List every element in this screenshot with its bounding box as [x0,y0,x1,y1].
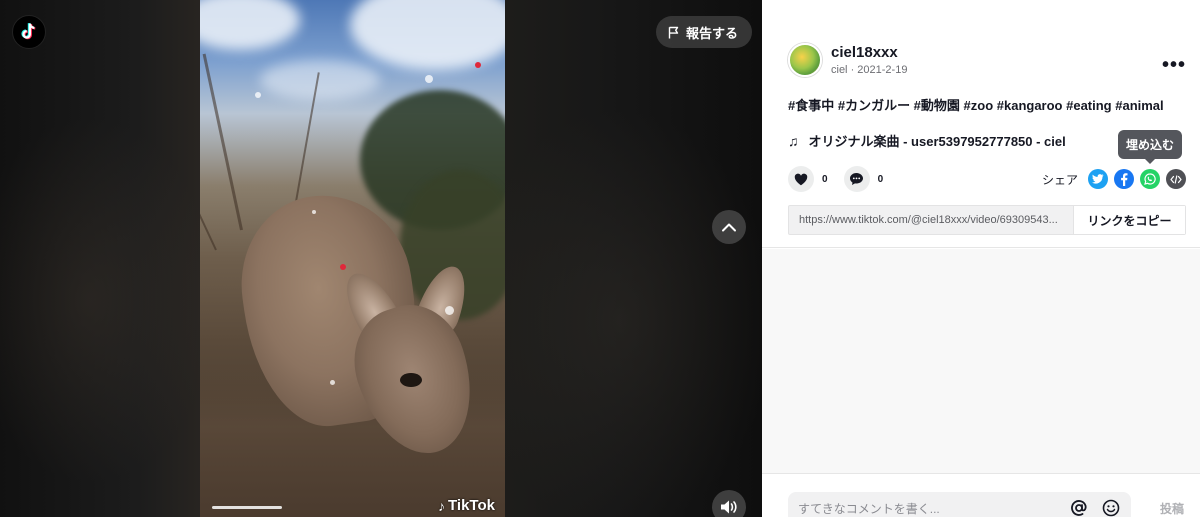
heart-icon [794,173,808,185]
like-button[interactable] [788,166,814,192]
music-note-icon: ♫ [788,132,799,149]
petal [312,210,316,214]
copy-link-row: https://www.tiktok.com/@ciel18xxx/video/… [788,205,1186,235]
comment-bar: すてきなコメントを書く... 投稿 [762,473,1200,517]
author-nickname: ciel [831,64,848,76]
author-row[interactable]: ciel18xxx ciel · 2021-2-19 [788,43,1185,77]
comment-button[interactable] [843,166,870,192]
actions-row: 0 0 シェア [788,166,1186,192]
whatsapp-icon [1144,173,1156,185]
tiktok-watermark: ♪ TikTok [438,497,495,514]
embed-share-button[interactable] [1166,169,1186,189]
watermark-text: TikTok [448,497,495,514]
video-player-area[interactable]: ♪ TikTok 報告する [0,0,762,517]
embed-code-icon [1170,174,1182,184]
comment-count: 0 [877,173,884,185]
twitter-icon [1092,174,1104,184]
video-frame[interactable]: ♪ TikTok [200,0,505,517]
facebook-icon [1121,172,1128,186]
author-meta: ciel · 2021-2-19 [831,64,907,76]
previous-video-button[interactable] [712,210,746,244]
video-info-panel: ciel18xxx ciel · 2021-2-19 ••• #食事中 #カンガ… [762,0,1200,517]
comment-icon [850,173,864,185]
emoji-icon[interactable] [1101,498,1121,517]
facebook-share-button[interactable] [1114,169,1134,189]
tiktok-note-glyph [21,22,36,40]
cloud [200,0,300,50]
comments-list [762,249,1200,473]
video-caption: #食事中 #カンガルー #動物園 #zoo #kangaroo #eating … [788,98,1164,113]
report-button[interactable]: 報告する [656,16,753,48]
more-options-button[interactable]: ••• [1162,54,1186,77]
post-date: 2021-2-19 [857,64,908,76]
video-link-field[interactable]: https://www.tiktok.com/@ciel18xxx/video/… [789,206,1073,234]
petal [330,380,335,385]
author-text: ciel18xxx ciel · 2021-2-19 [831,44,907,76]
kangaroo-eye [400,373,422,387]
comment-input[interactable]: すてきなコメントを書く... [788,492,1131,517]
like-count: 0 [822,173,828,185]
cloud [260,60,380,100]
tiktok-logo-icon[interactable] [12,15,46,49]
meta-separator: · [847,64,858,76]
branch [200,122,217,251]
video-progress-bar[interactable] [212,506,282,509]
twitter-share-button[interactable] [1088,169,1108,189]
comment-placeholder: すてきなコメントを書く... [798,501,940,516]
embed-tooltip: 埋め込む [1118,130,1183,164]
speaker-icon [721,500,737,514]
petal [445,306,454,315]
chevron-up-icon [722,223,736,232]
volume-button[interactable] [712,490,746,517]
whatsapp-share-button[interactable] [1140,169,1160,189]
petal [340,264,346,270]
copy-link-button[interactable]: リンクをコピー [1073,206,1185,234]
petal [255,92,261,98]
author-username[interactable]: ciel18xxx [831,44,907,61]
like-stat[interactable]: 0 [788,166,828,192]
cloud [350,0,505,70]
report-label: 報告する [686,25,739,41]
share-group: シェア [1042,169,1186,189]
petal [475,62,481,68]
avatar[interactable] [788,43,822,77]
petal [425,75,433,83]
flag-icon [668,26,679,38]
comment-stat[interactable]: 0 [843,166,884,192]
branch [202,53,243,231]
music-title: オリジナル楽曲 - user5397952777850 - ciel [808,134,1066,149]
watermark-note-icon: ♪ [438,497,446,514]
share-label: シェア [1041,172,1078,187]
at-icon[interactable] [1069,498,1089,517]
post-button[interactable]: 投稿 [1160,500,1184,517]
